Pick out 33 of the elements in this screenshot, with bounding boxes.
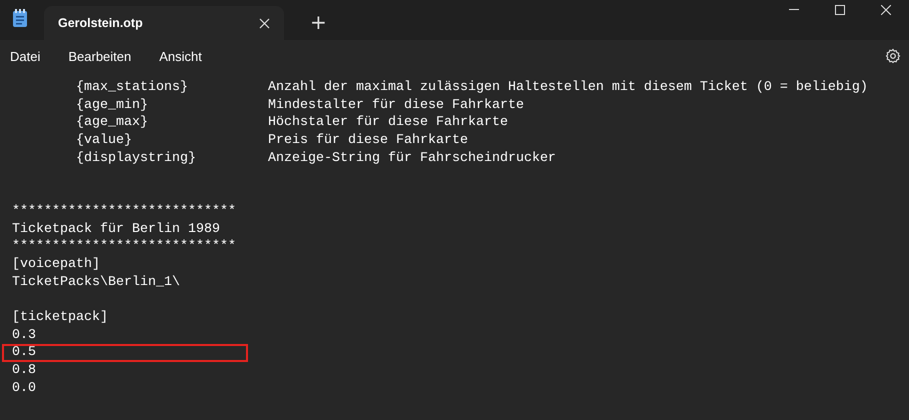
code-text: Anzahl der maximal zulässigen Haltestellen mit diesem Ticket (0 = beliebig)	[268, 79, 868, 97]
close-icon	[258, 18, 270, 28]
code-text: Anzeige-String für Fahrscheindrucker	[268, 150, 556, 168]
code-text: Mindestalter für diese Fahrkarte	[268, 96, 524, 114]
notepad-icon	[12, 9, 28, 27]
code-text: {max_stations}	[76, 79, 189, 97]
minimize-icon	[789, 9, 799, 11]
settings-icon	[885, 48, 901, 64]
code-text: 0.8	[12, 362, 36, 380]
code-text: {displaystring}	[76, 150, 197, 168]
menu-item[interactable]: Bearbeiten	[60, 44, 140, 68]
code-text: 0.3	[12, 326, 36, 344]
code-text: Preis für diese Fahrkarte	[268, 132, 468, 150]
code-text: {value}	[76, 132, 133, 150]
code-text: [ticketpack]	[12, 308, 108, 327]
settings-button[interactable]	[885, 48, 901, 64]
file-tab[interactable]: Gerolstein.otp	[44, 6, 284, 40]
maximize-icon	[835, 5, 845, 15]
tab-title: Gerolstein.otp	[58, 16, 143, 30]
code-text: [voicepath]	[12, 256, 100, 274]
code-text: ****************************	[12, 238, 236, 256]
code-text: TicketPacks\Berlin_1\	[12, 274, 180, 292]
menu-item[interactable]: Datei	[2, 44, 48, 68]
close-icon	[881, 5, 891, 15]
code-text: Höchstaler für diese Fahrkarte	[268, 114, 508, 132]
code-text: ****************************	[12, 202, 236, 220]
code-text: 0.0	[12, 380, 36, 398]
menu-item[interactable]: Ansicht	[151, 44, 210, 68]
code-text: {age_min}	[76, 96, 149, 114]
code-text: Ticketpack für Berlin 1989	[12, 220, 220, 238]
new-tab-button[interactable]: +	[304, 12, 333, 32]
code-text: {age_max}	[76, 114, 149, 132]
code-text: 0.5	[12, 345, 36, 360]
